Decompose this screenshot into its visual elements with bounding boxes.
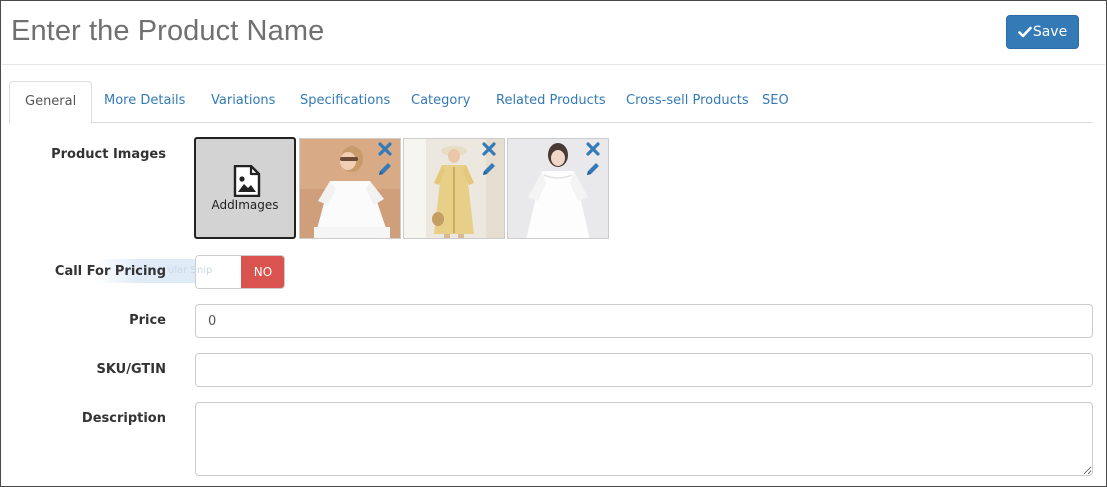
tab-general[interactable]: General bbox=[9, 81, 93, 124]
check-icon bbox=[1018, 26, 1032, 38]
tab-related-products[interactable]: Related Products bbox=[496, 81, 606, 123]
call-for-pricing-toggle[interactable]: NO bbox=[195, 255, 285, 289]
tab-specifications[interactable]: Specifications bbox=[300, 81, 390, 123]
toggle-handle bbox=[196, 256, 241, 288]
price-label: Price bbox=[129, 313, 166, 328]
tab-seo[interactable]: SEO bbox=[762, 81, 789, 123]
save-button[interactable]: Save bbox=[1006, 15, 1079, 49]
call-for-pricing-label: Call For Pricing bbox=[54, 264, 166, 279]
description-label: Description bbox=[81, 411, 166, 426]
sku-input[interactable] bbox=[195, 353, 1093, 387]
page-title: Enter the Product Name bbox=[11, 15, 325, 47]
product-image-thumbnail[interactable] bbox=[507, 138, 609, 239]
save-button-label: Save bbox=[1032, 24, 1068, 40]
tab-variations[interactable]: Variations bbox=[211, 81, 275, 123]
product-images-label: Product Images bbox=[51, 147, 166, 162]
product-image-thumbnail[interactable] bbox=[299, 138, 401, 239]
tab-category[interactable]: Category bbox=[411, 81, 470, 123]
sku-label: SKU/GTIN bbox=[96, 362, 166, 377]
page-header: Enter the Product Name Save bbox=[2, 2, 1105, 65]
remove-icon[interactable] bbox=[482, 142, 496, 156]
add-images-label: AddImages bbox=[211, 198, 279, 212]
price-input[interactable] bbox=[195, 304, 1093, 338]
tab-bar: General More Details Variations Specific… bbox=[9, 81, 1093, 124]
page-frame: Enter the Product Name Save General More… bbox=[0, 0, 1107, 487]
tab-cross-sell-products[interactable]: Cross-sell Products bbox=[626, 81, 749, 123]
description-textarea[interactable] bbox=[195, 402, 1093, 476]
tab-more-details[interactable]: More Details bbox=[104, 81, 185, 123]
remove-icon[interactable] bbox=[586, 142, 600, 156]
edit-icon[interactable] bbox=[481, 161, 497, 177]
remove-icon[interactable] bbox=[378, 142, 392, 156]
edit-icon[interactable] bbox=[377, 161, 393, 177]
toggle-state: NO bbox=[241, 256, 284, 288]
add-images-button[interactable]: AddImages bbox=[194, 137, 296, 239]
image-file-icon bbox=[233, 165, 261, 197]
edit-icon[interactable] bbox=[585, 161, 601, 177]
product-image-thumbnail[interactable] bbox=[403, 138, 505, 239]
